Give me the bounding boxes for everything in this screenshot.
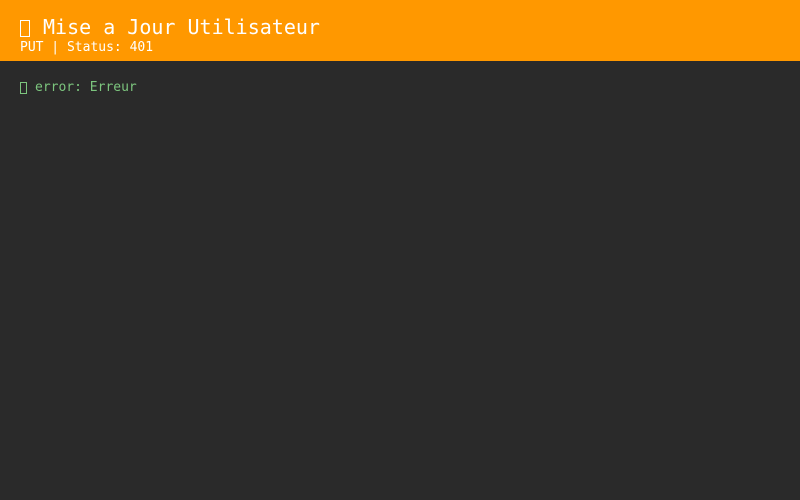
missing-glyph-icon: [20, 82, 27, 94]
title-row: Mise a Jour Utilisateur: [20, 14, 780, 40]
missing-glyph-icon: [20, 19, 30, 37]
response-body: error: Erreur: [0, 61, 800, 500]
http-method: PUT: [20, 40, 44, 55]
field-value: Erreur: [89, 80, 137, 95]
status-code: 401: [129, 40, 154, 55]
field-separator: :: [74, 80, 90, 95]
field-key: error: [35, 80, 75, 95]
request-header: Mise a Jour Utilisateur PUT | Status: 40…: [0, 0, 800, 61]
response-field-error: error: Erreur: [20, 80, 137, 96]
page-title: Mise a Jour Utilisateur: [43, 15, 320, 39]
status-label: Status:: [66, 40, 130, 55]
request-status-line: PUT | Status: 401: [20, 40, 780, 56]
status-separator: |: [43, 40, 67, 55]
